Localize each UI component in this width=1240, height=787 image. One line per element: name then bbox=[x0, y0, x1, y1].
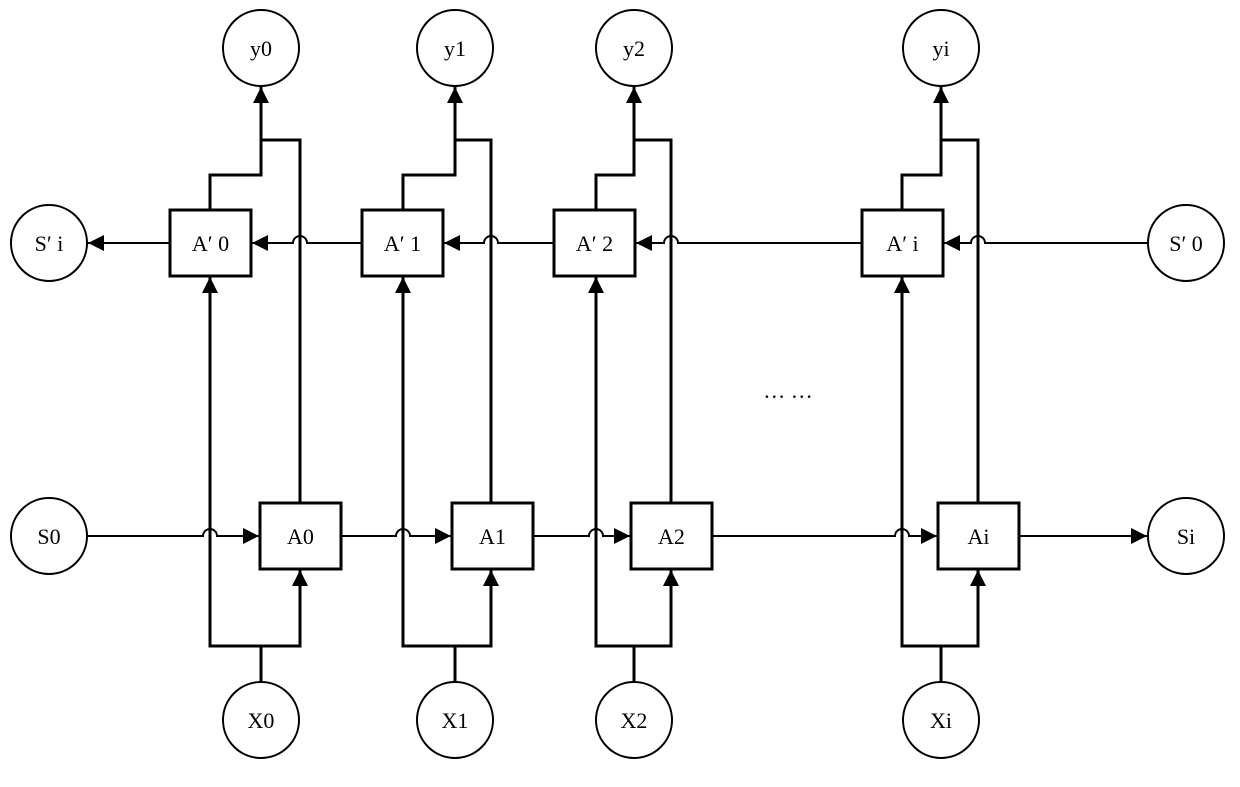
output-wire-backward-i bbox=[900, 86, 943, 210]
input-arrow-backward-0 bbox=[202, 277, 218, 293]
forward-cell-2-label: A2 bbox=[658, 524, 685, 549]
input-1-label: X1 bbox=[442, 708, 469, 733]
backward-arrow-end bbox=[88, 235, 104, 251]
output-wire-forward-0 bbox=[261, 138, 302, 503]
forward-arrow-2 bbox=[614, 528, 630, 544]
backward-cell-1-label: A′ 1 bbox=[384, 231, 421, 256]
output-2-label: y2 bbox=[623, 36, 645, 61]
output-0-label: y0 bbox=[250, 36, 272, 61]
output-wire-forward-i bbox=[941, 138, 980, 503]
forward-wire-start bbox=[87, 528, 260, 537]
output-wire-backward-1 bbox=[401, 86, 457, 210]
backward-state-start-label: S′ 0 bbox=[1169, 231, 1203, 256]
input-arrow-forward-1 bbox=[483, 570, 499, 586]
output-wire-backward-0 bbox=[208, 86, 263, 210]
forward-arrow-3 bbox=[921, 528, 937, 544]
backward-arrow-i bbox=[944, 235, 960, 251]
input-2-label: X2 bbox=[621, 708, 648, 733]
connections-layer bbox=[87, 86, 1148, 682]
diagram-canvas: S′ i S′ 0 S0 Si A′ 0 A0 y0 X0 A′ 1 A1 y1 X1 A′ 2 A2 y2… bbox=[0, 0, 1240, 782]
input-0-label: X0 bbox=[248, 708, 275, 733]
forward-cell-i-label: Ai bbox=[968, 524, 990, 549]
rnn-diagram: S′ i S′ 0 S0 Si A′ 0 A0 y0 X0 A′ 1 A1 y1 X1 A′ 2 A2 y2… bbox=[10, 9, 1225, 759]
input-fork-2 bbox=[594, 276, 673, 648]
forward-cell-1-label: A1 bbox=[479, 524, 506, 549]
backward-arrow-1 bbox=[444, 235, 460, 251]
input-arrow-backward-2 bbox=[588, 277, 604, 293]
backward-wire-start bbox=[943, 235, 1148, 244]
backward-arrow-0 bbox=[252, 235, 268, 251]
forward-arrow-1 bbox=[435, 528, 451, 544]
input-arrow-backward-i bbox=[894, 277, 910, 293]
forward-state-start-label: S0 bbox=[37, 524, 60, 549]
forward-wire-3 bbox=[712, 528, 938, 537]
backward-arrow-2 bbox=[636, 235, 652, 251]
forward-cell-0-label: A0 bbox=[287, 524, 314, 549]
forward-state-end-label: Si bbox=[1177, 524, 1195, 549]
output-1-label: y1 bbox=[444, 36, 466, 61]
backward-state-end-label: S′ i bbox=[35, 231, 64, 256]
output-arrow-i bbox=[933, 87, 949, 103]
input-fork-1 bbox=[401, 276, 493, 648]
output-i-label: yi bbox=[932, 36, 949, 61]
input-arrow-forward-2 bbox=[663, 570, 679, 586]
input-arrow-forward-i bbox=[970, 570, 986, 586]
output-arrow-0 bbox=[253, 87, 269, 103]
input-i-label: Xi bbox=[930, 708, 952, 733]
backward-cell-i-label: A′ i bbox=[886, 231, 918, 256]
output-arrow-1 bbox=[447, 87, 463, 103]
output-wire-forward-2 bbox=[634, 138, 673, 503]
ellipsis-text: … … bbox=[763, 378, 813, 403]
input-arrow-backward-1 bbox=[395, 277, 411, 293]
backward-cell-0-label: A′ 0 bbox=[192, 231, 229, 256]
output-wire-backward-2 bbox=[594, 86, 636, 210]
input-fork-i bbox=[900, 276, 980, 648]
backward-wire-3 bbox=[635, 235, 862, 244]
backward-cell-2-label: A′ 2 bbox=[576, 231, 613, 256]
forward-arrow-0 bbox=[243, 528, 259, 544]
input-arrow-forward-0 bbox=[292, 570, 308, 586]
input-fork-0 bbox=[208, 276, 302, 648]
output-wire-forward-1 bbox=[455, 138, 493, 503]
forward-arrow-end bbox=[1131, 528, 1147, 544]
output-arrow-2 bbox=[626, 87, 642, 103]
